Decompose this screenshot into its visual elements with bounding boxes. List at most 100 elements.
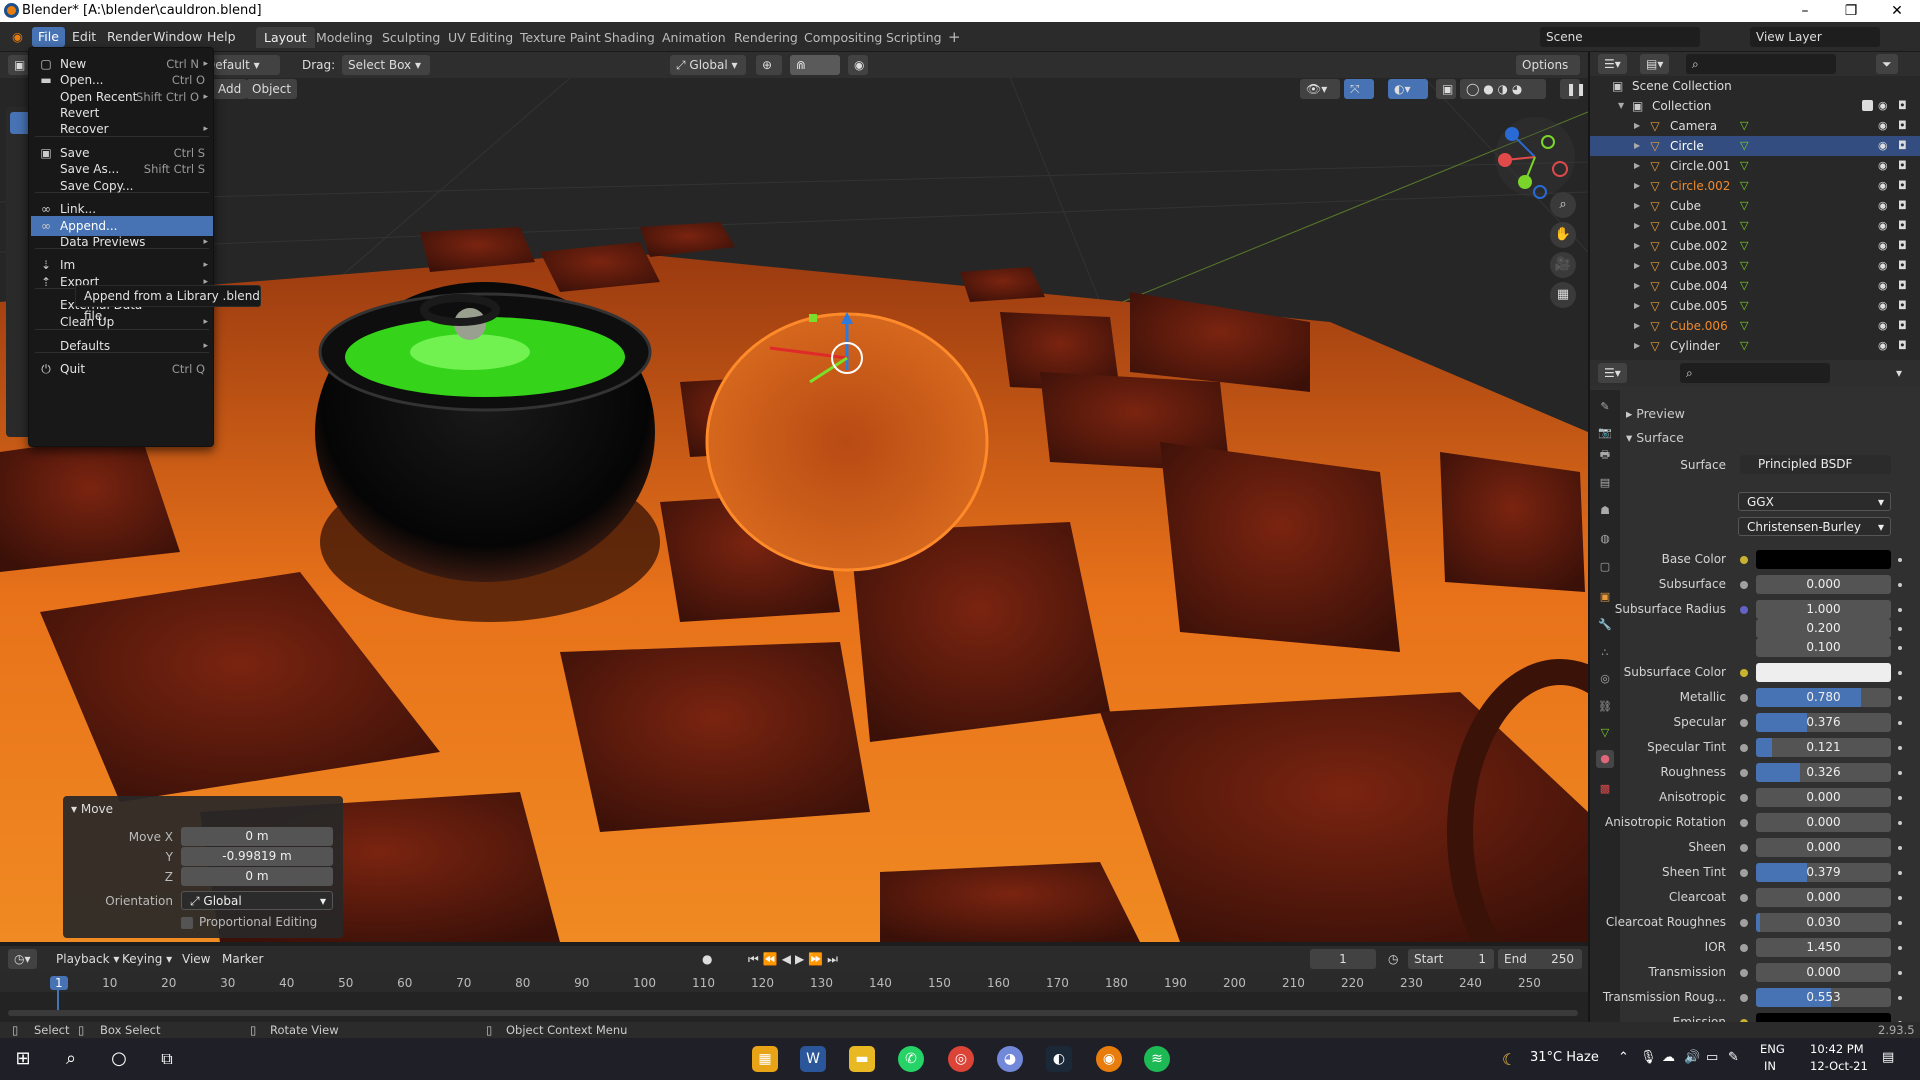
socket-icon[interactable]	[1740, 556, 1748, 564]
keyframe-dot-icon[interactable]	[1898, 921, 1902, 925]
expand-arrow-icon[interactable]: ▶	[1634, 136, 1640, 156]
file-menu-item-data-previews[interactable]: Data Previews ▸	[31, 232, 213, 252]
view-layer-tab-icon[interactable]: ▤	[1596, 474, 1614, 492]
preview-panel-header[interactable]: ▸ Preview	[1626, 406, 1685, 421]
socket-icon[interactable]	[1740, 669, 1748, 677]
socket-icon[interactable]	[1740, 794, 1748, 802]
3d-viewport[interactable]: ▣ Default ▾ Drag: Select Box ▾ ⤢ Global …	[0, 52, 1588, 942]
discord-icon[interactable]: ◕	[997, 1046, 1023, 1072]
prop-field[interactable]: 1.450	[1756, 938, 1891, 957]
socket-icon[interactable]	[1740, 944, 1748, 952]
outliner-item-circle[interactable]: ▶ ▽ Circle ▽ ◉ ◘	[1590, 136, 1920, 156]
eye-icon[interactable]: ◉	[1878, 116, 1888, 136]
timeline-scrollbar[interactable]	[8, 1010, 1578, 1016]
prop-field[interactable]: 0.553	[1756, 988, 1891, 1007]
move-z-field[interactable]: 0 m	[181, 867, 333, 886]
ortho-grid-icon[interactable]: ▦	[1550, 282, 1576, 308]
pivot-point-icon[interactable]: ⊕	[756, 55, 782, 75]
tab-compositing[interactable]: Compositing	[796, 27, 890, 48]
camera-icon[interactable]: ◘	[1898, 316, 1907, 336]
tab-rendering[interactable]: Rendering	[726, 27, 806, 48]
camera-icon[interactable]: ◘	[1898, 156, 1907, 176]
keyframe-dot-icon[interactable]	[1898, 971, 1902, 975]
camera-icon[interactable]: ◘	[1898, 216, 1907, 236]
clock-date[interactable]: 12-Oct-21	[1810, 1059, 1868, 1073]
keyframe-dot-icon[interactable]	[1898, 696, 1902, 700]
zoom-icon[interactable]: ⌕	[1550, 192, 1576, 218]
keyframe-dot-icon[interactable]	[1898, 746, 1902, 750]
collection-checkbox[interactable]	[1862, 100, 1873, 111]
camera-icon[interactable]: ◘	[1898, 176, 1907, 196]
eye-icon[interactable]: ◉	[1878, 176, 1888, 196]
menu-edit[interactable]: Edit	[66, 27, 102, 47]
task-view-icon[interactable]: ⧉	[154, 1046, 180, 1072]
add-workspace-button[interactable]: +	[940, 27, 969, 48]
tab-uv-editing[interactable]: UV Editing	[440, 27, 521, 48]
keyframe-dot-icon[interactable]	[1898, 671, 1902, 675]
eye-icon[interactable]: ◉	[1878, 136, 1888, 156]
navigation-gizmo[interactable]	[1490, 112, 1580, 202]
outliner-search-input[interactable]: ⌕	[1686, 54, 1836, 74]
camera-icon[interactable]: ◘	[1898, 96, 1907, 116]
prop-field[interactable]	[1756, 663, 1891, 682]
camera-icon[interactable]: ◘	[1898, 116, 1907, 136]
render-tab-icon[interactable]: 📷	[1596, 424, 1614, 442]
expand-arrow-icon[interactable]: ▶	[1634, 296, 1640, 316]
mesh-data-icon[interactable]: ▽	[1740, 276, 1748, 296]
weather-text[interactable]: 31°C Haze	[1530, 1050, 1599, 1065]
expand-arrow-icon[interactable]: ▶	[1634, 236, 1640, 256]
tab-texture-paint[interactable]: Texture Paint	[512, 27, 609, 48]
playhead[interactable]	[57, 990, 59, 1010]
chrome-icon[interactable]: ◎	[948, 1046, 974, 1072]
keyframe-dot-icon[interactable]	[1898, 627, 1902, 631]
outliner-item-cube-002[interactable]: ▶ ▽ Cube.002 ▽ ◉ ◘	[1590, 236, 1920, 256]
drag-select-dropdown[interactable]: Select Box ▾	[342, 55, 430, 75]
filter-icon[interactable]: ⏷	[1876, 54, 1898, 74]
maximize-button[interactable]: ❐	[1828, 0, 1874, 22]
scene-tab-icon[interactable]: ☗	[1596, 502, 1614, 520]
eye-icon[interactable]: ◉	[1878, 236, 1888, 256]
mesh-data-icon[interactable]: ▽	[1740, 176, 1748, 196]
file-menu-item-defaults[interactable]: Defaults ▸	[31, 336, 213, 356]
camera-icon[interactable]: ◘	[1898, 236, 1907, 256]
pause-render-icon[interactable]: ❚❚	[1560, 79, 1586, 99]
transform-orientation-dropdown[interactable]: ⤢ Global ▾	[670, 55, 746, 75]
eye-icon[interactable]: ◉	[1878, 296, 1888, 316]
selected-circle-object[interactable]	[705, 312, 989, 572]
options-button[interactable]: Options ▾	[1516, 55, 1580, 92]
world-tab-icon[interactable]: ◍	[1596, 530, 1614, 548]
region-label[interactable]: IN	[1764, 1059, 1776, 1073]
file-menu-item-save-copy[interactable]: Save Copy...	[31, 176, 213, 196]
socket-icon[interactable]	[1740, 719, 1748, 727]
expand-arrow-icon[interactable]: ▶	[1634, 116, 1640, 136]
prop-field[interactable]: 0.030	[1756, 913, 1891, 932]
prop-field[interactable]: 0.000	[1756, 575, 1891, 594]
keyframe-dot-icon[interactable]	[1898, 821, 1902, 825]
snap-icon[interactable]: ⋒	[790, 55, 840, 75]
add-menu[interactable]: Add	[212, 79, 248, 99]
display-mode-icon[interactable]: ▤▾	[1640, 54, 1670, 74]
keyframe-dot-icon[interactable]	[1898, 646, 1902, 650]
file-menu-item-quit[interactable]: ⏻ Quit Ctrl Q	[31, 359, 213, 379]
camera-icon[interactable]: ◘	[1898, 276, 1907, 296]
prop-field[interactable]: 0.100	[1756, 638, 1891, 657]
prop-field[interactable]: 0.379	[1756, 863, 1891, 882]
weather-icon[interactable]: ☾	[1502, 1050, 1516, 1069]
prop-field[interactable]: 0.376	[1756, 713, 1891, 732]
outliner-item-cube-006[interactable]: ▶ ▽ Cube.006 ▽ ◉ ◘	[1590, 316, 1920, 336]
prop-field[interactable]: 1.000	[1756, 600, 1891, 619]
prop-field[interactable]: 0.200	[1756, 619, 1891, 638]
volume-icon[interactable]: 🔊	[1684, 1050, 1700, 1065]
current-frame-field[interactable]: 1	[1310, 949, 1376, 969]
expand-arrow-icon[interactable]: ▶	[1634, 196, 1640, 216]
eye-icon[interactable]: ◉	[1878, 216, 1888, 236]
expand-arrow-icon[interactable]: ▶	[1634, 216, 1640, 236]
expand-arrow-icon[interactable]: ▶	[1634, 156, 1640, 176]
menu-window[interactable]: Window	[147, 27, 208, 47]
keyframe-dot-icon[interactable]	[1898, 996, 1902, 1000]
menu-file[interactable]: File	[32, 27, 65, 47]
keyframe-dot-icon[interactable]	[1898, 946, 1902, 950]
shading-modes[interactable]: ◯ ● ◑ ◕	[1460, 79, 1546, 99]
move-y-field[interactable]: -0.99819 m	[181, 847, 333, 866]
keyframe-dot-icon[interactable]	[1898, 558, 1902, 562]
